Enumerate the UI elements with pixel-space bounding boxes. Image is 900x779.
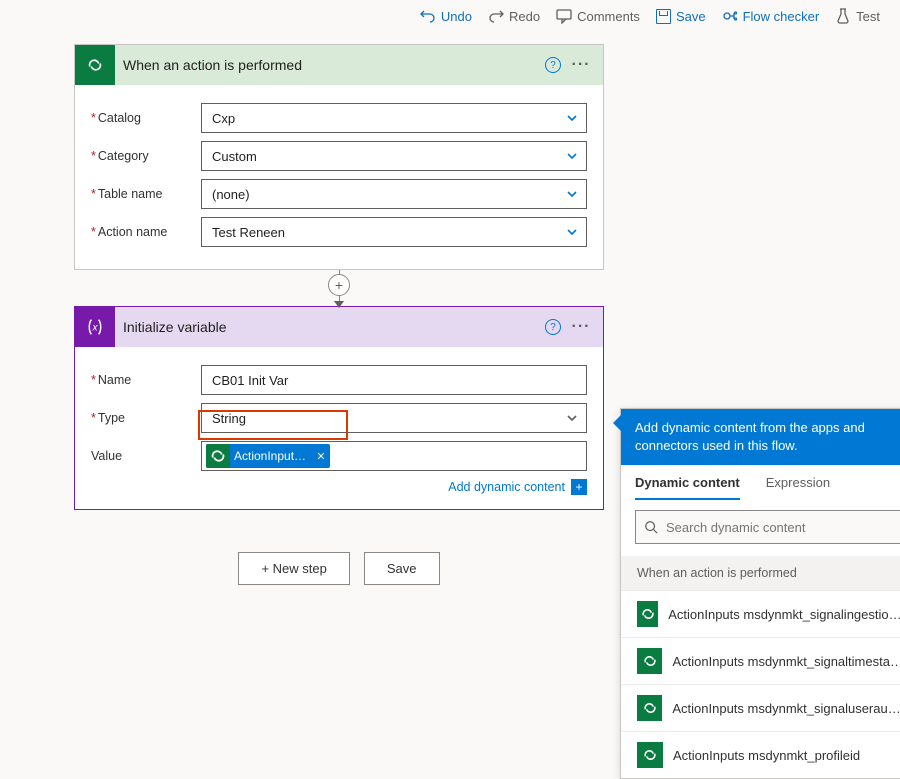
action-name-dropdown[interactable]: Test Reneen — [201, 217, 587, 247]
type-dropdown[interactable]: String — [201, 403, 587, 433]
tab-expression[interactable]: Expression — [766, 475, 830, 500]
top-toolbar: Undo Redo Comments Save Flow checker Tes… — [0, 0, 900, 32]
dc-item[interactable]: ActionInputs msdynmkt_profileid — [621, 731, 900, 778]
token-remove-button[interactable]: ✕ — [312, 444, 330, 468]
dynamic-content-panel: Add dynamic content from the apps and co… — [620, 408, 900, 779]
action-menu-button[interactable]: ··· — [567, 313, 595, 341]
action-card: x Initialize variable ? ··· *Name *Type … — [74, 306, 604, 510]
name-label: *Name — [91, 373, 201, 387]
action-name-label: *Action name — [91, 225, 201, 239]
save-flow-button[interactable]: Save — [364, 552, 440, 585]
comments-label: Comments — [577, 9, 640, 24]
plus-icon: + — [571, 479, 587, 495]
dc-item-label: ActionInputs msdynmkt_signaltimestamp — [672, 654, 900, 669]
dataverse-icon — [637, 742, 663, 768]
save-label: Save — [676, 9, 706, 24]
category-label: *Category — [91, 149, 201, 163]
action-help-button[interactable]: ? — [539, 313, 567, 341]
test-button[interactable]: Test — [835, 8, 880, 24]
flow-checker-label: Flow checker — [743, 9, 820, 24]
action-body: *Name *Type String Value — [75, 347, 603, 509]
dc-group-header: When an action is performed — [621, 556, 900, 590]
trigger-header[interactable]: When an action is performed ? ··· — [75, 45, 603, 85]
trigger-body: *Catalog Cxp *Category Custom — [75, 85, 603, 269]
dc-item[interactable]: ActionInputs msdynmkt_signaltimestamp — [621, 637, 900, 684]
token-source-icon — [206, 444, 230, 468]
connector: + — [74, 270, 604, 306]
dc-search-box[interactable] — [635, 510, 900, 544]
save-icon — [656, 9, 671, 24]
dataverse-icon — [637, 648, 662, 674]
trigger-card: When an action is performed ? ··· *Catal… — [74, 44, 604, 270]
redo-label: Redo — [509, 9, 540, 24]
tab-dynamic-content[interactable]: Dynamic content — [635, 475, 740, 500]
table-dropdown[interactable]: (none) — [201, 179, 587, 209]
dc-item-label: ActionInputs msdynmkt_signaluserauthid — [672, 701, 900, 716]
search-icon — [644, 520, 658, 534]
name-input[interactable] — [201, 365, 587, 395]
type-label: *Type — [91, 411, 201, 425]
add-dynamic-content-link[interactable]: Add dynamic content + — [91, 479, 587, 495]
action-header[interactable]: x Initialize variable ? ··· — [75, 307, 603, 347]
footer-buttons: + New step Save — [74, 552, 604, 585]
undo-label: Undo — [441, 9, 472, 24]
comments-button[interactable]: Comments — [556, 8, 640, 24]
variable-icon: x — [75, 307, 115, 347]
redo-button[interactable]: Redo — [488, 8, 540, 24]
dataverse-icon — [637, 695, 662, 721]
dynamic-token[interactable]: ActionInputs m... ✕ — [206, 444, 330, 468]
save-button[interactable]: Save — [656, 9, 706, 24]
catalog-dropdown[interactable]: Cxp — [201, 103, 587, 133]
catalog-label: *Catalog — [91, 111, 201, 125]
table-label: *Table name — [91, 187, 201, 201]
category-dropdown[interactable]: Custom — [201, 141, 587, 171]
test-label: Test — [856, 9, 880, 24]
action-title: Initialize variable — [115, 319, 539, 335]
arrow-down-icon — [334, 301, 344, 308]
dc-search-input[interactable] — [666, 520, 896, 535]
insert-step-button[interactable]: + — [328, 274, 350, 296]
dataverse-icon — [75, 45, 115, 85]
value-label: Value — [91, 449, 201, 463]
token-text: ActionInputs m... — [230, 449, 312, 463]
dc-item-label: ActionInputs msdynmkt_signalingestiontim… — [668, 607, 900, 622]
dataverse-icon — [637, 601, 658, 627]
dc-tabs: Dynamic content Expression — [621, 465, 900, 500]
trigger-help-button[interactable]: ? — [539, 51, 567, 79]
trigger-menu-button[interactable]: ··· — [567, 51, 595, 79]
dc-item[interactable]: ActionInputs msdynmkt_signalingestiontim… — [621, 590, 900, 637]
dc-item-label: ActionInputs msdynmkt_profileid — [673, 748, 860, 763]
svg-text:x: x — [91, 323, 98, 334]
new-step-button[interactable]: + New step — [238, 552, 349, 585]
dc-hint: Add dynamic content from the apps and co… — [621, 409, 900, 465]
value-input[interactable]: ActionInputs m... ✕ — [201, 441, 587, 471]
undo-button[interactable]: Undo — [420, 8, 472, 24]
flow-checker-button[interactable]: Flow checker — [722, 8, 820, 24]
trigger-title: When an action is performed — [115, 57, 539, 73]
dc-item[interactable]: ActionInputs msdynmkt_signaluserauthid — [621, 684, 900, 731]
